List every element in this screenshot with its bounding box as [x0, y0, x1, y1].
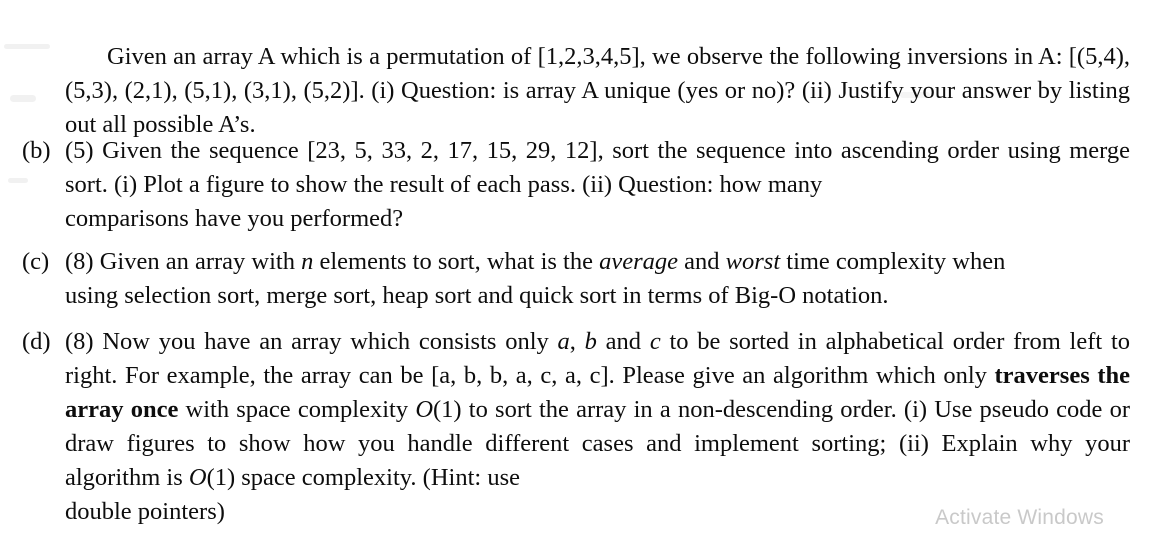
question-item-d: (d) (8) Now you have an array which cons…	[22, 325, 1130, 529]
question-body-b: (5) Given the sequence [23, 5, 33, 2, 17…	[65, 134, 1130, 236]
variable-n: n	[301, 248, 314, 275]
activate-windows-watermark: Activate Windows	[935, 506, 1104, 529]
question-d-sep2: and	[596, 328, 650, 355]
question-item-b: (b) (5) Given the sequence [23, 5, 33, 2…	[22, 134, 1130, 236]
question-d-sep1: ,	[569, 328, 585, 355]
question-b-text: (5) Given the sequence [23, 5, 33, 2, 17…	[65, 137, 1130, 198]
question-c-text-part4: time complexity when	[780, 248, 1006, 275]
question-c-text-part2: elements to sort, what is the	[313, 248, 600, 275]
question-body-c: (8) Given an array with n elements to so…	[65, 245, 1130, 313]
emphasis-worst: worst	[725, 248, 781, 275]
variable-b: b	[584, 328, 597, 355]
variable-a: a	[557, 328, 570, 355]
question-c-text-part1: (8) Given an array with	[65, 248, 302, 275]
question-d-text-part3: with space complexity	[178, 396, 416, 423]
question-c-text-part3: and	[678, 248, 726, 275]
big-o-notation-1: O(1)	[415, 396, 462, 423]
question-label-b: (b)	[22, 137, 51, 164]
lead-paragraph: Given an array A which is a permutation …	[65, 42, 1130, 138]
question-body-d: (8) Now you have an array which consists…	[65, 325, 1130, 529]
question-d-text-part1: (8) Now you have an array which consists…	[65, 328, 558, 355]
question-item-c: (c) (8) Given an array with n elements t…	[22, 245, 1130, 313]
question-label-d: (d)	[22, 328, 51, 355]
big-o-notation-2: O(1)	[188, 464, 236, 491]
emphasis-average: average	[599, 248, 679, 275]
question-b-text-last: comparisons have you performed?	[65, 205, 404, 232]
question-label-c: (c)	[22, 248, 50, 275]
variable-c: c	[649, 328, 661, 355]
question-c-text-last: using selection sort, merge sort, heap s…	[65, 282, 889, 309]
document-page: Given an array A which is a permutation …	[0, 0, 1160, 536]
question-d-text-part5: space complexity. (Hint: use	[235, 464, 520, 491]
